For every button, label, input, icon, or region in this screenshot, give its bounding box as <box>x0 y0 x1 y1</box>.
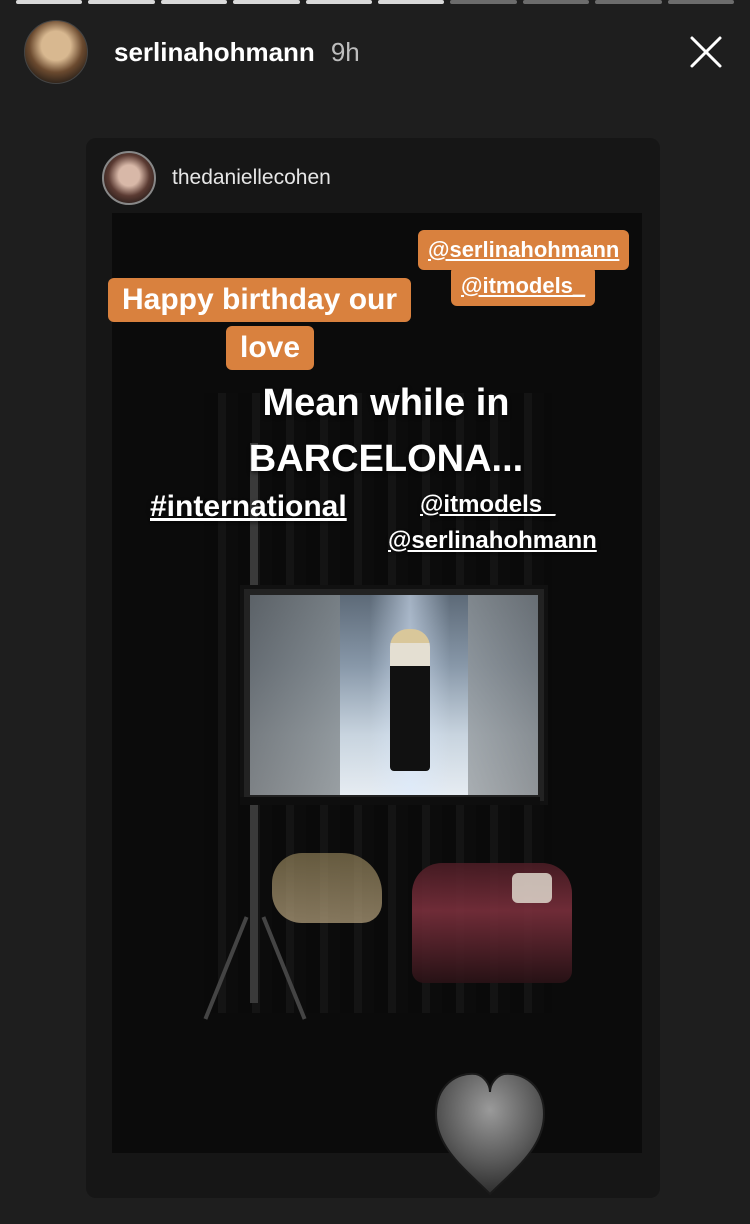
birthday-tag-line1: Happy birthday our <box>108 278 412 322</box>
tv-scene-left <box>250 595 340 795</box>
progress-segment <box>16 0 83 4</box>
runway-model-figure <box>390 629 430 771</box>
progress-segment <box>88 0 155 4</box>
tv-stand <box>240 797 540 805</box>
progress-segment <box>667 0 735 4</box>
birthday-tag-line2: love <box>226 326 315 370</box>
progress-segment <box>305 0 373 4</box>
birthday-text: Happy birthday our <box>122 283 398 316</box>
close-icon[interactable] <box>686 32 726 72</box>
tv-scene-right <box>468 595 538 795</box>
story-time: 9h <box>330 36 360 67</box>
repost-header: thedaniellecohen <box>102 150 331 206</box>
mention-tag-itmodels[interactable]: @itmodels_ <box>451 266 596 306</box>
headline-line2: BARCELONA... <box>248 438 524 480</box>
progress-segment <box>233 0 300 4</box>
reposted-story-media <box>112 213 642 1153</box>
clothing-pile <box>272 853 572 1003</box>
hashtag-international[interactable]: #international <box>150 488 390 526</box>
mention-text: @serlinahohmann <box>428 237 620 262</box>
story-username[interactable]: serlinahohmann <box>114 37 315 68</box>
progress-segment <box>595 0 662 4</box>
clothing-item <box>512 873 552 903</box>
progress-segment <box>522 0 590 4</box>
mention-itmodels[interactable]: @itmodels_ <box>420 490 620 520</box>
story-progress-bar <box>16 0 735 4</box>
progress-segment <box>160 0 228 4</box>
mention-text: @itmodels_ <box>461 273 586 298</box>
repost-avatar[interactable] <box>102 151 156 205</box>
progress-segment <box>378 0 445 4</box>
story-header: serlinahohmann 9h <box>24 20 726 84</box>
repost-username[interactable]: thedaniellecohen <box>172 166 331 190</box>
progress-segment <box>450 0 517 4</box>
avatar[interactable] <box>24 20 88 84</box>
tv-monitor <box>240 585 548 805</box>
heart-icon[interactable] <box>430 1062 550 1202</box>
headline-line1: Mean while in <box>262 382 510 424</box>
tv-screen <box>250 595 538 795</box>
clothing-item <box>272 853 382 923</box>
mention-serlinahohmann[interactable]: @serlinahohmann <box>388 526 628 556</box>
birthday-text: love <box>240 331 301 364</box>
mention-tag-serlinahohmann[interactable]: @serlinahohmann <box>418 230 630 270</box>
